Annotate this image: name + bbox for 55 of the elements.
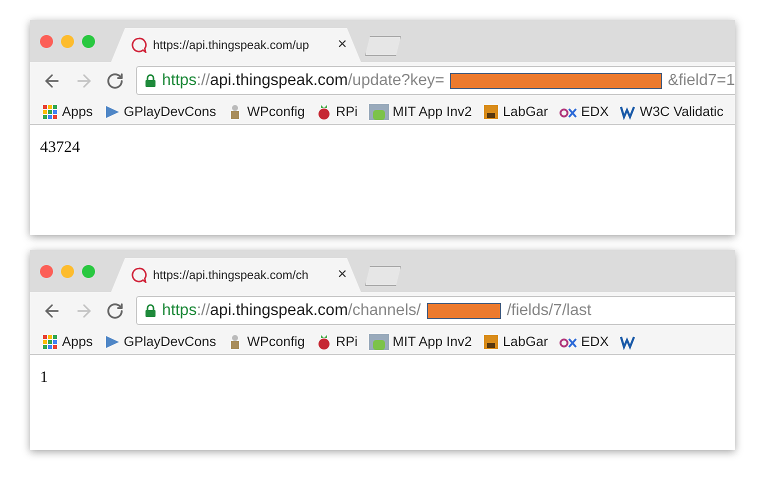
maximize-window-icon[interactable] xyxy=(82,34,95,48)
bookmark[interactable]: Apps xyxy=(42,334,93,350)
close-tab-button[interactable]: × xyxy=(338,266,347,284)
response-value: 43724 xyxy=(40,139,80,156)
bookmark[interactable]: RPi xyxy=(316,334,358,350)
bookmark[interactable]: LabGar xyxy=(482,104,548,120)
box-icon xyxy=(482,104,499,120)
tab-title: https://api.thingspeak.com/ch xyxy=(153,268,310,282)
bookmark[interactable]: GPlayDevCons xyxy=(104,104,216,120)
close-window-icon[interactable] xyxy=(40,34,53,48)
url-text: /fields/7/last xyxy=(506,302,592,320)
bookmark[interactable]: GPlayDevCons xyxy=(104,334,216,350)
reload-icon[interactable] xyxy=(106,72,124,90)
minimize-window-icon[interactable] xyxy=(61,264,74,278)
android-icon xyxy=(368,334,389,350)
bookmark[interactable]: MIT App Inv2 xyxy=(368,104,472,120)
close-window-icon[interactable] xyxy=(40,264,53,278)
bookmark[interactable]: RPi xyxy=(316,104,358,120)
url-text: &field7=1 xyxy=(668,72,735,90)
bookmark[interactable]: EDX xyxy=(558,104,609,120)
bookmark[interactable]: EDX xyxy=(558,334,609,350)
bookmark[interactable]: Apps xyxy=(42,104,93,120)
speech-bubble-icon xyxy=(131,267,147,283)
raspberry-icon xyxy=(316,334,332,350)
apps-grid-icon xyxy=(42,104,58,120)
maximize-window-icon[interactable] xyxy=(82,264,95,278)
close-tab-button[interactable]: × xyxy=(338,36,347,54)
browser-tab[interactable]: https://api.thingspeak.com/ch × xyxy=(111,258,361,292)
bookmark[interactable]: WPconfig xyxy=(227,334,305,350)
tab-title: https://api.thingspeak.com/up xyxy=(153,38,310,52)
speech-bubble-icon xyxy=(131,37,147,53)
bookmark[interactable]: LabGar xyxy=(482,334,548,350)
w3-logo-icon xyxy=(620,104,636,120)
response-value: 1 xyxy=(40,369,48,386)
bookmark[interactable]: W3C Validatic xyxy=(620,104,724,120)
lock-icon xyxy=(145,304,156,317)
play-icon xyxy=(104,334,120,350)
url-text: https://api.thingspeak.com/update?key= xyxy=(162,72,444,90)
apps-grid-icon xyxy=(42,334,58,350)
play-icon xyxy=(104,104,120,120)
minimize-window-icon[interactable] xyxy=(61,34,74,48)
address-field[interactable]: https://api.thingspeak.com/channels/ /fields/7/last xyxy=(136,296,735,325)
browser-tab[interactable]: https://api.thingspeak.com/up × xyxy=(111,28,361,62)
lock-icon xyxy=(145,74,156,87)
new-tab-button[interactable] xyxy=(365,36,401,56)
address-field[interactable]: https://api.thingspeak.com/update?key= &field7=1 xyxy=(136,66,735,95)
w3-logo-icon xyxy=(620,334,636,350)
bookmark[interactable]: WPconfig xyxy=(227,104,305,120)
new-tab-button[interactable] xyxy=(365,266,401,286)
android-icon xyxy=(368,104,389,120)
url-text: https://api.thingspeak.com/channels/ xyxy=(162,302,421,320)
raspberry-icon xyxy=(316,104,332,120)
box-icon xyxy=(482,334,499,350)
bookmark[interactable]: MIT App Inv2 xyxy=(368,334,472,350)
reload-icon[interactable] xyxy=(106,302,124,320)
